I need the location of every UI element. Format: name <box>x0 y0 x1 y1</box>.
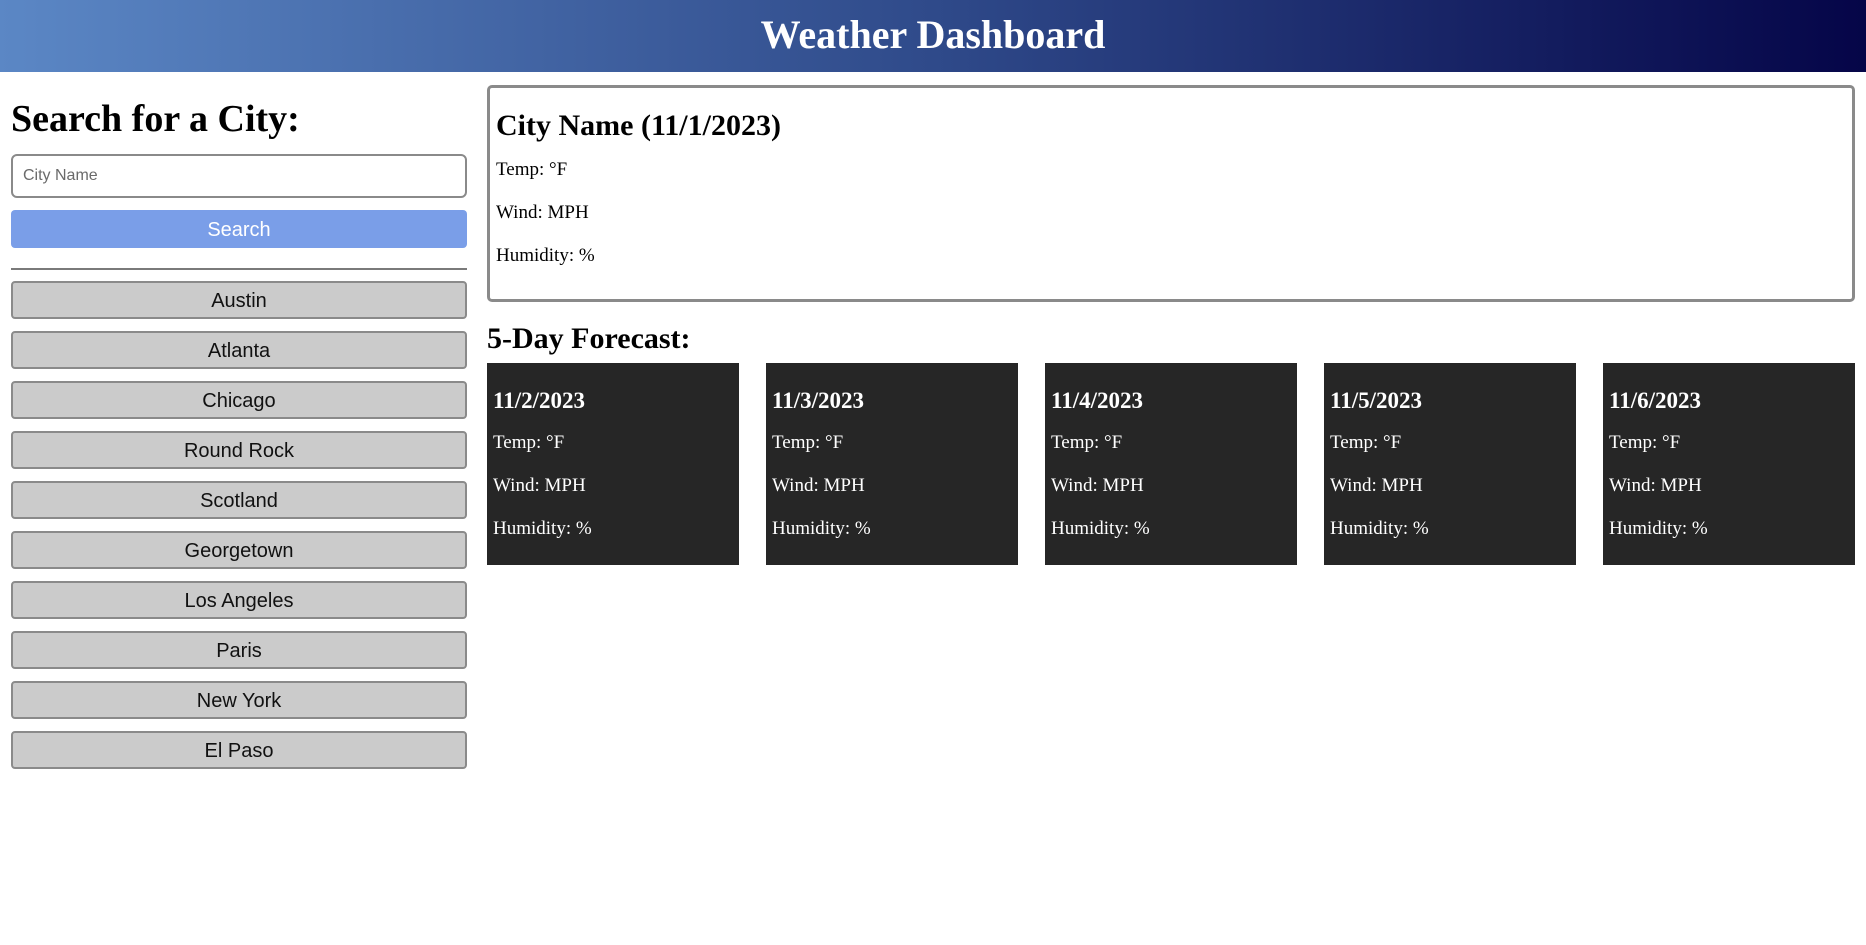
sidebar-divider <box>11 268 467 270</box>
forecast-wind: Wind: MPH <box>772 475 865 496</box>
search-heading: Search for a City: <box>11 98 300 140</box>
history-city-button[interactable]: Paris <box>11 631 467 669</box>
current-humidity: Humidity: % <box>496 245 595 266</box>
app-title: Weather Dashboard <box>760 12 1106 57</box>
history-city-button[interactable]: New York <box>11 681 467 719</box>
forecast-card: 11/4/2023 Temp: °F Wind: MPH Humidity: % <box>1045 363 1297 565</box>
search-history-list: Austin Atlanta Chicago Round Rock Scotla… <box>11 281 467 769</box>
search-button[interactable]: Search <box>11 210 467 248</box>
forecast-wind: Wind: MPH <box>493 475 586 496</box>
history-city-button[interactable]: Round Rock <box>11 431 467 469</box>
forecast-humidity: Humidity: % <box>493 518 592 539</box>
forecast-card: 11/2/2023 Temp: °F Wind: MPH Humidity: % <box>487 363 739 565</box>
forecast-humidity: Humidity: % <box>772 518 871 539</box>
forecast-card: 11/5/2023 Temp: °F Wind: MPH Humidity: % <box>1324 363 1576 565</box>
forecast-wind: Wind: MPH <box>1609 475 1702 496</box>
city-search-input[interactable] <box>11 154 467 198</box>
forecast-card: 11/6/2023 Temp: °F Wind: MPH Humidity: % <box>1603 363 1855 565</box>
forecast-card: 11/3/2023 Temp: °F Wind: MPH Humidity: % <box>766 363 1018 565</box>
history-city-button[interactable]: Austin <box>11 281 467 319</box>
forecast-temp: Temp: °F <box>1609 432 1681 453</box>
forecast-date: 11/5/2023 <box>1330 388 1423 413</box>
forecast-temp: Temp: °F <box>493 432 565 453</box>
history-city-button[interactable]: Georgetown <box>11 531 467 569</box>
forecast-date: 11/6/2023 <box>1609 388 1702 413</box>
forecast-date: 11/3/2023 <box>772 388 865 413</box>
current-weather-panel: City Name (11/1/2023) Temp: °F Wind: MPH… <box>487 85 1855 302</box>
forecast-humidity: Humidity: % <box>1330 518 1429 539</box>
forecast-humidity: Humidity: % <box>1051 518 1150 539</box>
current-wind: Wind: MPH <box>496 202 589 223</box>
forecast-heading: 5-Day Forecast: <box>487 322 691 355</box>
history-city-button[interactable]: Chicago <box>11 381 467 419</box>
history-city-button[interactable]: Atlanta <box>11 331 467 369</box>
current-city-title: City Name (11/1/2023) <box>496 109 781 142</box>
forecast-date: 11/4/2023 <box>1051 388 1144 413</box>
current-temp: Temp: °F <box>496 159 568 180</box>
forecast-humidity: Humidity: % <box>1609 518 1708 539</box>
forecast-date: 11/2/2023 <box>493 388 586 413</box>
forecast-cards: 11/2/2023 Temp: °F Wind: MPH Humidity: %… <box>487 363 1855 565</box>
history-city-button[interactable]: Scotland <box>11 481 467 519</box>
forecast-wind: Wind: MPH <box>1330 475 1423 496</box>
forecast-temp: Temp: °F <box>1051 432 1123 453</box>
history-city-button[interactable]: Los Angeles <box>11 581 467 619</box>
forecast-wind: Wind: MPH <box>1051 475 1144 496</box>
history-city-button[interactable]: El Paso <box>11 731 467 769</box>
forecast-temp: Temp: °F <box>772 432 844 453</box>
forecast-temp: Temp: °F <box>1330 432 1402 453</box>
page-header: Weather Dashboard <box>0 0 1866 72</box>
search-sidebar: Search for a City: Search Austin Atlanta… <box>11 92 467 781</box>
